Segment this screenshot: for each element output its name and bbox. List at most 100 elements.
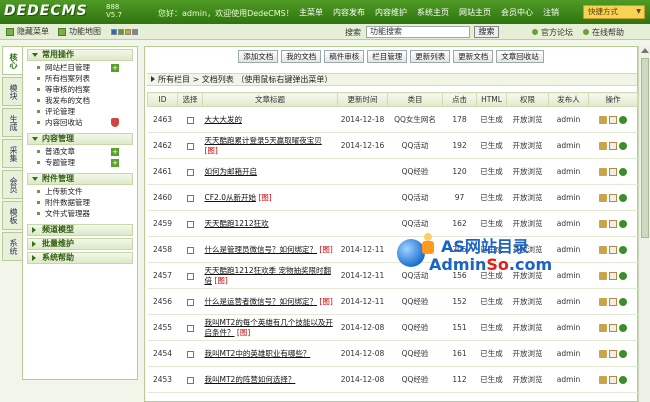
article-title-link[interactable]: 天天酷跑累计登录5天赢取曜夜宝贝 <box>205 136 322 145</box>
document-edit-icon[interactable] <box>609 245 617 254</box>
scroll-thumb[interactable] <box>641 58 649 238</box>
module-tab[interactable]: 生成 <box>2 108 22 137</box>
edit-tool-icon[interactable] <box>599 245 607 254</box>
preview-icon[interactable] <box>619 375 627 384</box>
menu-section-header[interactable]: 系统帮助 <box>27 252 133 264</box>
menu-item[interactable]: 专题管理 + <box>27 157 133 168</box>
edit-tool-icon[interactable] <box>599 141 607 150</box>
preview-icon[interactable] <box>619 115 627 124</box>
action-button[interactable]: 文章回收站 <box>496 50 544 63</box>
row-checkbox[interactable] <box>186 298 194 306</box>
menu-item[interactable]: 评论管理 <box>27 106 133 117</box>
search-button[interactable]: 搜索 <box>474 26 499 38</box>
menu-item[interactable]: 附件数据管理 <box>27 197 133 208</box>
scroll-up-icon[interactable] <box>641 48 649 53</box>
preview-icon[interactable] <box>619 167 627 176</box>
document-edit-icon[interactable] <box>609 167 617 176</box>
menu-item[interactable]: 所有档案列表 <box>27 73 133 84</box>
action-button[interactable]: 更新文档 <box>453 50 494 63</box>
article-title-link[interactable]: 天天酷跑1212狂欢 <box>205 219 269 228</box>
document-edit-icon[interactable] <box>609 115 617 124</box>
top-nav-item[interactable]: 会员中心 <box>496 0 538 24</box>
module-tab[interactable]: 采集 <box>2 139 22 168</box>
preview-icon[interactable] <box>619 349 627 358</box>
module-tab[interactable]: 系统 <box>2 232 22 261</box>
document-edit-icon[interactable] <box>609 219 617 228</box>
menu-item[interactable]: 内容回收站 <box>27 117 133 128</box>
online-help-link[interactable]: 在线帮助 <box>583 27 624 38</box>
action-button[interactable]: 栏目管理 <box>367 50 408 63</box>
module-tab[interactable]: 会员 <box>2 170 22 199</box>
document-edit-icon[interactable] <box>609 349 617 358</box>
edit-tool-icon[interactable] <box>599 375 607 384</box>
row-checkbox[interactable] <box>186 324 194 332</box>
row-checkbox[interactable] <box>186 376 194 384</box>
menu-item[interactable]: 普通文章 + <box>27 146 133 157</box>
top-nav-item[interactable]: 系统主页 <box>412 0 454 24</box>
module-tab[interactable]: 模块 <box>2 77 22 106</box>
article-title-link[interactable]: 大大大发的 <box>205 115 243 124</box>
quick-menu-button[interactable]: 快捷方式 ▼ <box>583 5 645 19</box>
add-icon[interactable]: + <box>111 159 119 167</box>
menu-item[interactable]: 文件式管理器 <box>27 208 133 219</box>
edit-tool-icon[interactable] <box>599 167 607 176</box>
edit-tool-icon[interactable] <box>599 297 607 306</box>
top-nav-item[interactable]: 注销 <box>538 0 564 24</box>
forum-link[interactable]: 官方论坛 <box>532 27 573 38</box>
row-checkbox[interactable] <box>186 220 194 228</box>
top-nav-item[interactable]: 网站主页 <box>454 0 496 24</box>
menu-section-header[interactable]: 常用操作 <box>27 49 133 61</box>
row-checkbox[interactable] <box>186 350 194 358</box>
site-map-button[interactable]: 功能地图 <box>58 26 101 38</box>
action-button[interactable]: 更新列表 <box>410 50 451 63</box>
document-edit-icon[interactable] <box>609 297 617 306</box>
edit-tool-icon[interactable] <box>599 193 607 202</box>
edit-tool-icon[interactable] <box>599 115 607 124</box>
preview-icon[interactable] <box>619 193 627 202</box>
article-title-link[interactable]: 什么是管理员微信号？如何绑定？ <box>205 245 318 254</box>
document-edit-icon[interactable] <box>609 323 617 332</box>
add-icon[interactable]: + <box>111 64 119 72</box>
hide-menu-button[interactable]: 隐藏菜单 <box>6 26 49 38</box>
add-icon[interactable]: + <box>111 148 119 156</box>
action-button[interactable]: 添加文档 <box>238 50 279 63</box>
preview-icon[interactable] <box>619 141 627 150</box>
article-title-link[interactable]: 我叫MT2的每个英雄有几个技能以及开启条件？ <box>205 318 333 337</box>
preview-icon[interactable] <box>619 297 627 306</box>
document-edit-icon[interactable] <box>609 141 617 150</box>
article-title-link[interactable]: 我叫MT2的阵营如何选择？ <box>205 375 296 384</box>
document-edit-icon[interactable] <box>609 193 617 202</box>
menu-section-header[interactable]: 附件管理 <box>27 173 133 185</box>
menu-item[interactable]: 等审核的档案 <box>27 84 133 95</box>
edit-tool-icon[interactable] <box>599 349 607 358</box>
module-tab[interactable]: 核心 <box>2 46 22 75</box>
preview-icon[interactable] <box>619 271 627 280</box>
row-checkbox[interactable] <box>186 272 194 280</box>
menu-section-header[interactable]: 内容管理 <box>27 133 133 145</box>
edit-tool-icon[interactable] <box>599 323 607 332</box>
edit-tool-icon[interactable] <box>599 271 607 280</box>
preview-icon[interactable] <box>619 323 627 332</box>
top-nav-item[interactable]: 内容维护 <box>370 0 412 24</box>
menu-item[interactable]: 我发布的文档 <box>27 95 133 106</box>
preview-icon[interactable] <box>619 219 627 228</box>
top-nav-item[interactable]: 主菜单 <box>294 0 328 24</box>
row-checkbox[interactable] <box>186 142 194 150</box>
menu-section-header[interactable]: 批量维护 <box>27 238 133 250</box>
row-checkbox[interactable] <box>186 194 194 202</box>
action-button[interactable]: 我的文档 <box>281 50 322 63</box>
row-checkbox[interactable] <box>186 246 194 254</box>
row-checkbox[interactable] <box>186 116 194 124</box>
action-button[interactable]: 稿件审核 <box>324 50 365 63</box>
skin-color-box[interactable] <box>125 29 131 35</box>
article-title-link[interactable]: 如何为邮箱开启 <box>205 167 258 176</box>
edit-tool-icon[interactable] <box>599 219 607 228</box>
top-nav-item[interactable]: 内容发布 <box>328 0 370 24</box>
article-title-link[interactable]: 我叫MT2中的英雄职业有哪些？ <box>205 349 311 358</box>
skin-color-box[interactable] <box>111 29 117 35</box>
skin-color-box[interactable] <box>132 29 138 35</box>
article-title-link[interactable]: CF2.0从新开始 <box>205 193 256 202</box>
menu-item[interactable]: 上传新文件 <box>27 186 133 197</box>
vertical-scrollbar[interactable] <box>638 46 650 402</box>
preview-icon[interactable] <box>619 245 627 254</box>
